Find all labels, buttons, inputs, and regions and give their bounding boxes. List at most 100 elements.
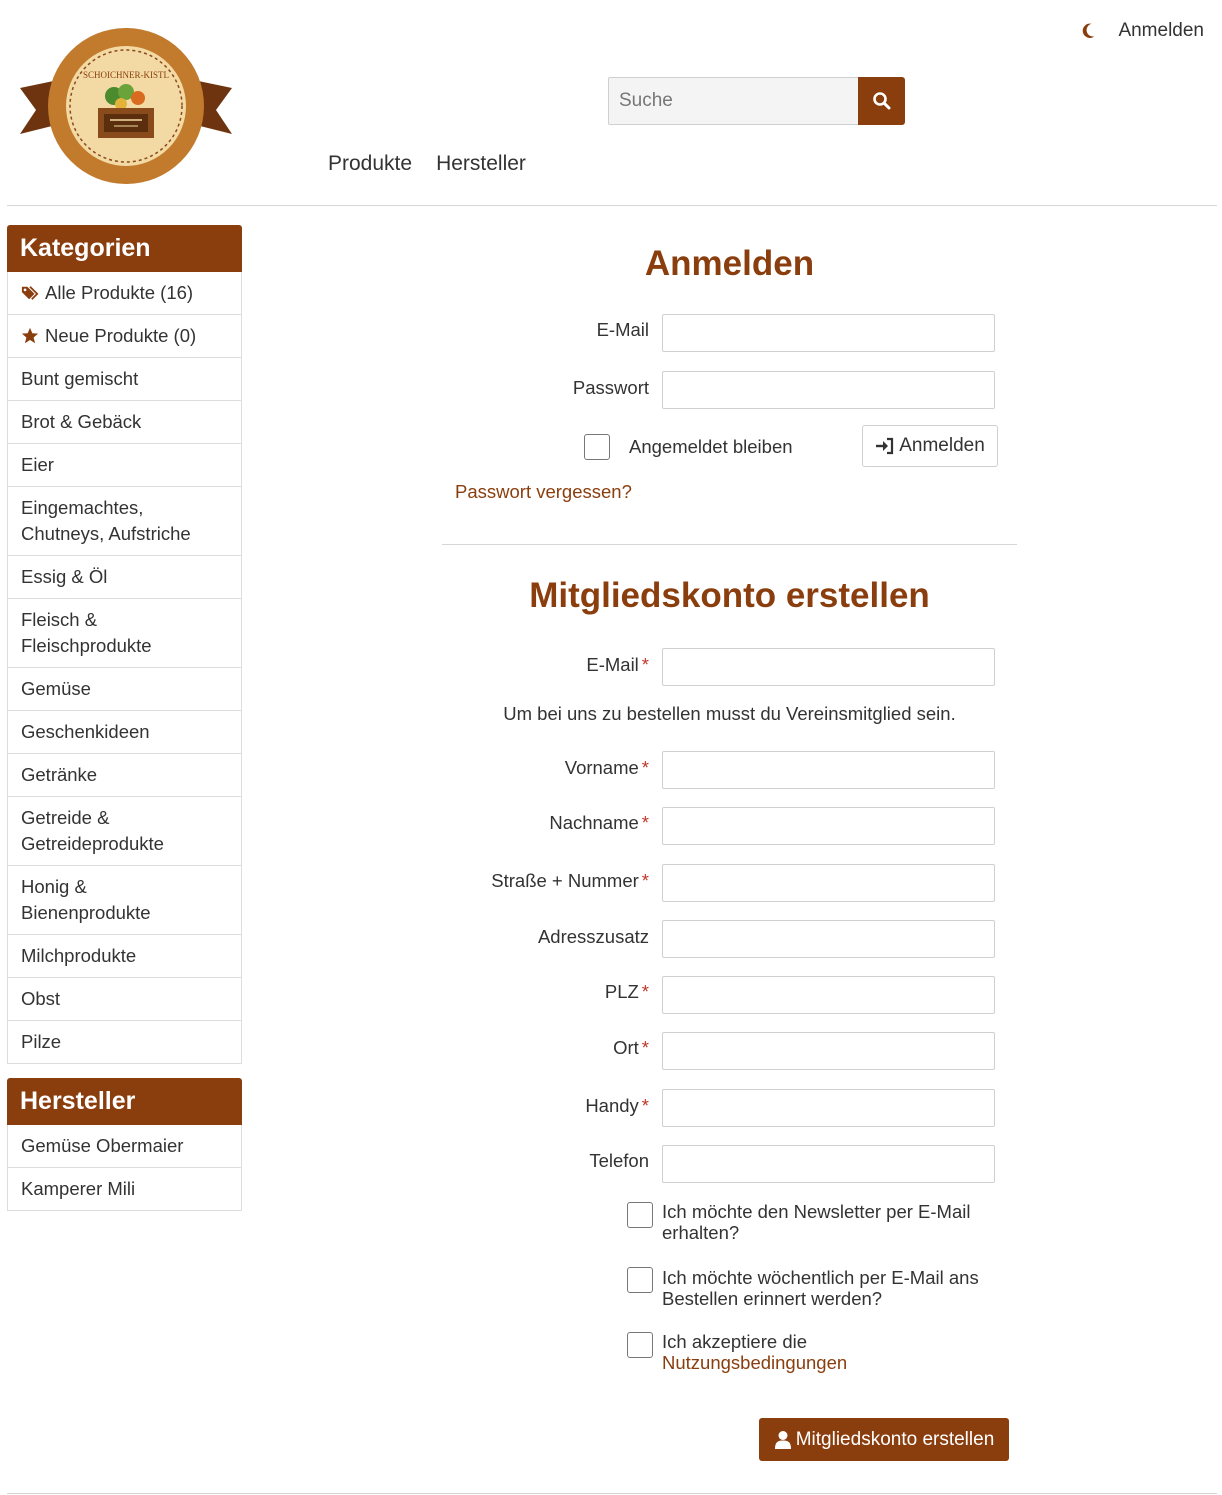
terms-label: Ich akzeptiere die Nutzungsbedingungen (662, 1331, 1002, 1373)
mobile-label: Handy * (585, 1095, 649, 1116)
top-bar: Anmelden (1080, 20, 1204, 42)
category-label: Neue Produkte (0) (45, 325, 197, 346)
category-new-products[interactable]: Neue Produkte (0) (8, 314, 241, 357)
city-field[interactable] (662, 1032, 995, 1070)
category-label: Gemüse (21, 678, 91, 699)
zip-field[interactable] (662, 976, 995, 1014)
tags-icon (21, 286, 39, 300)
main-nav: Produkte Hersteller (328, 152, 526, 176)
category-label: Essig & Öl (21, 566, 108, 587)
login-password-field[interactable] (662, 371, 995, 409)
category-label: Honig & Bienenprodukte (21, 876, 151, 923)
footer-divider (7, 1493, 1217, 1494)
category-item[interactable]: Obst (8, 977, 241, 1020)
terms-checkbox[interactable] (627, 1332, 653, 1358)
manufacturers-box: Hersteller Gemüse Obermaier Kamperer Mil… (7, 1078, 242, 1211)
category-item[interactable]: Pilze (8, 1020, 241, 1063)
category-label: Brot & Gebäck (21, 411, 142, 432)
search-bar (608, 77, 905, 125)
header-login-link[interactable]: Anmelden (1118, 20, 1204, 42)
category-label: Alle Produkte (16) (45, 282, 194, 303)
newsletter-checkbox[interactable] (627, 1202, 653, 1228)
category-item[interactable]: Getränke (8, 753, 241, 796)
form-divider (442, 544, 1017, 545)
lastname-label: Nachname * (549, 812, 649, 833)
category-label: Getreide & Getreideprodukte (21, 807, 164, 854)
zip-label: PLZ * (604, 981, 649, 1002)
category-item[interactable]: Fleisch & Fleischprodukte (8, 598, 241, 667)
search-input[interactable] (608, 77, 858, 125)
firstname-label: Vorname * (564, 757, 649, 778)
category-item[interactable]: Bunt gemischt (8, 357, 241, 400)
terms-link[interactable]: Nutzungsbedingungen (662, 1352, 847, 1373)
login-button-label: Anmelden (899, 435, 985, 456)
category-label: Milchprodukte (21, 945, 137, 966)
manufacturer-label: Kamperer Mili (21, 1178, 136, 1199)
category-label: Eingemachtes, Chutneys, Aufstriche (21, 497, 191, 544)
address-extra-field[interactable] (662, 920, 995, 958)
reminder-checkbox[interactable] (627, 1267, 653, 1293)
manufacturer-item[interactable]: Kamperer Mili (8, 1167, 241, 1210)
categories-heading: Kategorien (7, 225, 242, 272)
register-email-label: E-Mail * (586, 654, 649, 675)
nav-manufacturers[interactable]: Hersteller (436, 152, 526, 176)
login-email-field[interactable] (662, 314, 995, 352)
categories-list: Alle Produkte (16) Neue Produkte (0) Bun… (7, 272, 242, 1064)
login-password-label: Passwort (572, 377, 649, 398)
category-label: Obst (21, 988, 61, 1009)
category-item[interactable]: Brot & Gebäck (8, 400, 241, 443)
lastname-field[interactable] (662, 807, 995, 845)
login-email-label: E-Mail (596, 319, 649, 340)
mobile-field[interactable] (662, 1089, 995, 1127)
create-account-label: Mitgliedskonto erstellen (795, 1428, 995, 1450)
forgot-password-link[interactable]: Passwort vergessen? (455, 481, 632, 502)
membership-notice: Um bei uns zu bestellen musst du Vereins… (503, 703, 956, 724)
sidebar: Kategorien Alle Produkte (16) Neue Produ… (7, 225, 242, 1211)
category-item[interactable]: Honig & Bienenprodukte (8, 865, 241, 934)
phone-field[interactable] (662, 1145, 995, 1183)
category-item[interactable]: Gemüse (8, 667, 241, 710)
category-label: Fleisch & Fleischprodukte (21, 609, 152, 656)
category-label: Bunt gemischt (21, 368, 139, 389)
remember-me-label: Angemeldet bleiben (629, 436, 793, 457)
register-email-field[interactable] (662, 648, 995, 686)
remember-me-checkbox[interactable] (584, 434, 610, 460)
svg-text:SCHOICHNER-KISTL: SCHOICHNER-KISTL (83, 70, 169, 80)
nav-products[interactable]: Produkte (328, 152, 412, 176)
header-divider (7, 205, 1217, 206)
create-account-button[interactable]: Mitgliedskonto erstellen (759, 1418, 1009, 1461)
category-item[interactable]: Eingemachtes, Chutneys, Aufstriche (8, 486, 241, 555)
street-label: Straße + Nummer * (491, 870, 649, 891)
manufacturer-item[interactable]: Gemüse Obermaier (8, 1125, 241, 1167)
category-item[interactable]: Geschenkideen (8, 710, 241, 753)
category-label: Geschenkideen (21, 721, 150, 742)
reminder-label: Ich möchte wöchentlich per E-Mail ans Be… (662, 1267, 979, 1309)
star-icon (21, 327, 39, 344)
phone-label: Telefon (589, 1150, 649, 1171)
category-item[interactable]: Milchprodukte (8, 934, 241, 977)
category-label: Eier (21, 454, 54, 475)
address-extra-label: Adresszusatz (537, 926, 649, 947)
category-label: Pilze (21, 1031, 62, 1052)
manufacturer-label: Gemüse Obermaier (21, 1135, 184, 1156)
manufacturers-heading: Hersteller (7, 1078, 242, 1125)
street-field[interactable] (662, 864, 995, 902)
user-icon (774, 1430, 791, 1449)
category-item[interactable]: Getreide & Getreideprodukte (8, 796, 241, 865)
login-button[interactable]: Anmelden (862, 425, 998, 467)
login-title: Anmelden (644, 244, 815, 283)
category-all-products[interactable]: Alle Produkte (16) (8, 272, 241, 314)
register-title: Mitgliedskonto erstellen (529, 576, 930, 615)
firstname-field[interactable] (662, 751, 995, 789)
category-label: Getränke (21, 764, 98, 785)
city-label: Ort * (613, 1037, 649, 1058)
shop-logo[interactable]: SCHOICHNER-KISTL (20, 26, 232, 186)
moon-icon[interactable] (1080, 22, 1098, 40)
search-icon (872, 92, 890, 110)
newsletter-label: Ich möchte den Newsletter per E-Mail erh… (662, 1201, 971, 1243)
sign-in-icon (876, 437, 894, 455)
category-item[interactable]: Essig & Öl (8, 555, 241, 598)
terms-prefix: Ich akzeptiere die (662, 1331, 808, 1352)
category-item[interactable]: Eier (8, 443, 241, 486)
search-button[interactable] (858, 77, 905, 125)
